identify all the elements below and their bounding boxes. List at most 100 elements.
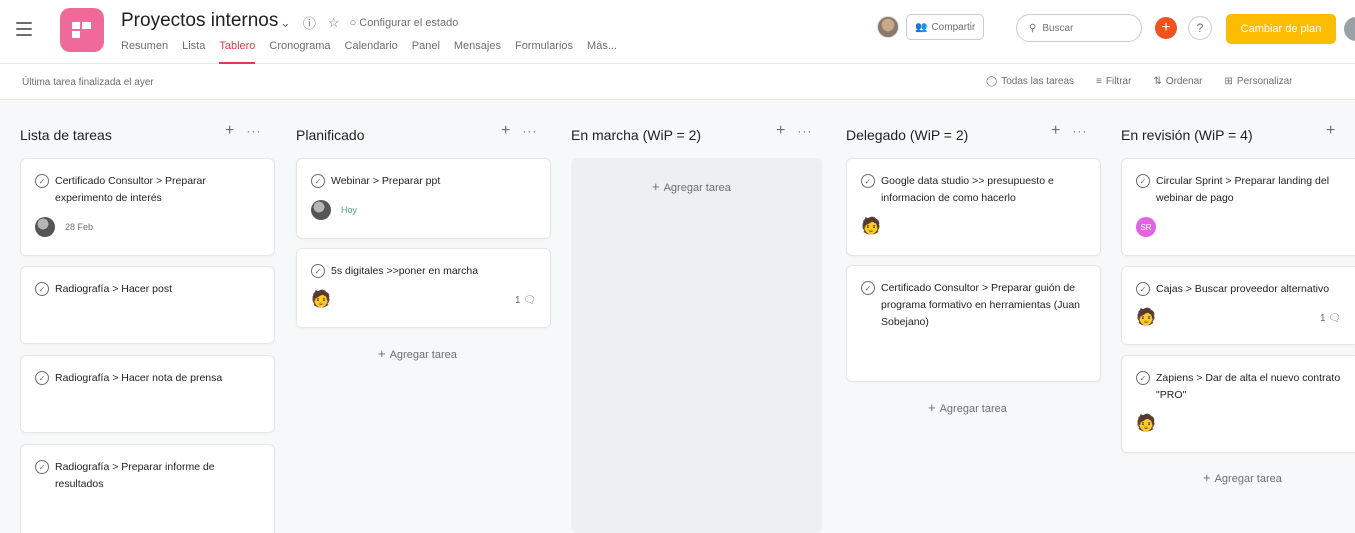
- add-task-label: Agregar tarea: [389, 349, 457, 361]
- people-icon: 👥: [915, 21, 928, 33]
- task-card[interactable]: ✓ Circular Sprint > Preparar landing del …: [1121, 158, 1355, 256]
- assignee-avatar[interactable]: 🧑: [1136, 414, 1156, 434]
- due-date: Hoy: [341, 205, 358, 215]
- menu-icon[interactable]: [16, 22, 32, 36]
- add-task-button[interactable]: + Agregar tarea: [1203, 470, 1282, 485]
- search-input[interactable]: [1042, 22, 1123, 34]
- add-icon[interactable]: +: [1326, 122, 1335, 140]
- assignee-avatar[interactable]: 🧑: [861, 217, 881, 237]
- info-icon[interactable]: ⓘ: [303, 13, 316, 32]
- add-task-button[interactable]: + Agregar tarea: [928, 400, 1007, 415]
- add-task-button[interactable]: + Agregar tarea: [378, 346, 457, 361]
- task-title: 5s digitales >>poner en marcha: [331, 265, 479, 277]
- tab-lista[interactable]: Lista: [182, 40, 205, 58]
- customize-button[interactable]: ⊞ Personalizar: [1225, 76, 1293, 87]
- check-icon[interactable]: ✓: [35, 174, 49, 188]
- add-task-button[interactable]: + Agregar tarea: [652, 179, 731, 194]
- comment-icon: 🗨: [523, 294, 536, 306]
- sort-label: Ordenar: [1165, 76, 1203, 87]
- sort-icon: ⇅: [1153, 76, 1162, 87]
- project-icon[interactable]: [60, 8, 104, 52]
- star-icon[interactable]: ☆: [328, 15, 340, 31]
- chevron-down-icon[interactable]: ⌄: [280, 15, 291, 31]
- upgrade-button[interactable]: Cambiar de plan: [1226, 14, 1336, 44]
- task-title: Certificado Consultor > Preparar guión d…: [881, 282, 1081, 328]
- check-icon[interactable]: ✓: [35, 282, 49, 296]
- board-column: Planificado + ··· ✓ Webinar > Preparar ppt…: [276, 100, 551, 533]
- quick-add-button[interactable]: +: [1155, 17, 1177, 39]
- comment-count[interactable]: 1 🗨: [1320, 313, 1341, 324]
- column-title[interactable]: Lista de tareas: [20, 127, 112, 143]
- task-card[interactable]: ✓ 5s digitales >>poner en marcha 🧑 1 🗨: [296, 248, 551, 328]
- assignee-avatar[interactable]: SR: [1136, 217, 1156, 237]
- column-title[interactable]: En marcha (WiP = 2): [571, 127, 701, 143]
- filter-button[interactable]: ≡ Filtrar: [1096, 76, 1131, 87]
- tab-formularios[interactable]: Formularios: [515, 40, 573, 58]
- share-label: Compartir: [931, 21, 976, 33]
- board-column: En marcha (WiP = 2) + ··· + Agregar tarea: [551, 100, 822, 533]
- check-icon[interactable]: ✓: [1136, 371, 1150, 385]
- more-icon[interactable]: ···: [246, 124, 261, 140]
- add-icon[interactable]: +: [225, 122, 234, 140]
- tab-mas[interactable]: Más...: [587, 40, 617, 58]
- check-icon[interactable]: ✓: [35, 460, 49, 474]
- task-card[interactable]: ✓ Webinar > Preparar ppt Hoy: [296, 158, 551, 239]
- task-title: Radiografía > Hacer post: [55, 283, 173, 295]
- check-icon[interactable]: ✓: [861, 174, 875, 188]
- task-card[interactable]: ✓ Radiografía > Hacer nota de prensa: [20, 355, 275, 433]
- column-title[interactable]: Delegado (WiP = 2): [846, 127, 968, 143]
- set-status-button[interactable]: ○ Configurar el estado: [350, 17, 459, 29]
- board-column: En revisión (WiP = 4) + ✓ Circular Sprint…: [1101, 100, 1355, 533]
- add-icon[interactable]: +: [1051, 122, 1060, 140]
- comment-icon: 🗨: [1328, 312, 1341, 324]
- more-icon[interactable]: ···: [522, 124, 537, 140]
- task-card[interactable]: ✓ Zapiens > Dar de alta el nuevo contrato…: [1121, 355, 1355, 453]
- share-button[interactable]: 👥 Compartir: [906, 14, 985, 40]
- task-title: Google data studio >> presupuesto e info…: [881, 175, 1054, 204]
- sort-button[interactable]: ⇅ Ordenar: [1153, 76, 1202, 87]
- board-column: Delegado (WiP = 2) + ··· ✓ Google data stu…: [826, 100, 1101, 533]
- column-title[interactable]: Planificado: [296, 127, 365, 143]
- tab-calendario[interactable]: Calendario: [345, 40, 398, 58]
- task-card[interactable]: ✓ Radiografía > Hacer post: [20, 266, 275, 344]
- top-header: Proyectos internos ⌄ ⓘ ☆ ○ Configurar el…: [0, 0, 1355, 64]
- comment-count[interactable]: 1 🗨: [515, 295, 536, 306]
- task-card[interactable]: ✓ Radiografía > Preparar informe de resul…: [20, 444, 275, 533]
- assignee-avatar[interactable]: [35, 217, 55, 237]
- check-icon[interactable]: ✓: [311, 264, 325, 278]
- title-controls: ⌄ ⓘ ☆ ○ Configurar el estado: [280, 13, 458, 32]
- drop-zone[interactable]: [571, 158, 822, 533]
- task-card[interactable]: ✓ Cajas > Buscar proveedor alternativo 🧑 1…: [1121, 266, 1355, 345]
- column-title[interactable]: En revisión (WiP = 4): [1121, 127, 1253, 143]
- add-icon[interactable]: +: [776, 122, 785, 140]
- tab-cronograma[interactable]: Cronograma: [269, 40, 330, 58]
- project-title[interactable]: Proyectos internos: [121, 10, 278, 32]
- check-circle-icon: ◯: [986, 76, 998, 87]
- check-icon[interactable]: ✓: [35, 371, 49, 385]
- check-icon[interactable]: ✓: [861, 281, 875, 295]
- assignee-avatar[interactable]: 🧑: [1136, 308, 1156, 328]
- all-tasks-button[interactable]: ◯ Todas las tareas: [986, 76, 1074, 87]
- tab-tablero[interactable]: Tablero: [219, 40, 256, 64]
- help-button[interactable]: ?: [1188, 16, 1212, 40]
- check-icon[interactable]: ✓: [311, 174, 325, 188]
- task-title: Webinar > Preparar ppt: [331, 175, 441, 187]
- tab-resumen[interactable]: Resumen: [121, 40, 168, 58]
- tab-panel[interactable]: Panel: [412, 40, 440, 58]
- search-box[interactable]: ⚲: [1016, 14, 1142, 42]
- task-card[interactable]: ✓ Certificado Consultor > Preparar guión …: [846, 265, 1101, 382]
- task-card[interactable]: ✓ Certificado Consultor > Preparar experi…: [20, 158, 275, 256]
- tab-mensajes[interactable]: Mensajes: [454, 40, 501, 58]
- add-icon[interactable]: +: [501, 122, 510, 140]
- assignee-avatar[interactable]: [311, 200, 331, 220]
- user-avatar[interactable]: [1344, 17, 1355, 41]
- project-tabs: Resumen Lista Tablero Cronograma Calenda…: [121, 40, 617, 64]
- member-avatar[interactable]: [877, 16, 899, 38]
- task-card[interactable]: ✓ Google data studio >> presupuesto e inf…: [846, 158, 1101, 256]
- more-icon[interactable]: ···: [797, 124, 812, 140]
- assignee-avatar[interactable]: 🧑: [311, 290, 331, 310]
- task-title: Certificado Consultor > Preparar experim…: [55, 175, 206, 204]
- check-icon[interactable]: ✓: [1136, 282, 1150, 296]
- check-icon[interactable]: ✓: [1136, 174, 1150, 188]
- more-icon[interactable]: ···: [1072, 124, 1087, 140]
